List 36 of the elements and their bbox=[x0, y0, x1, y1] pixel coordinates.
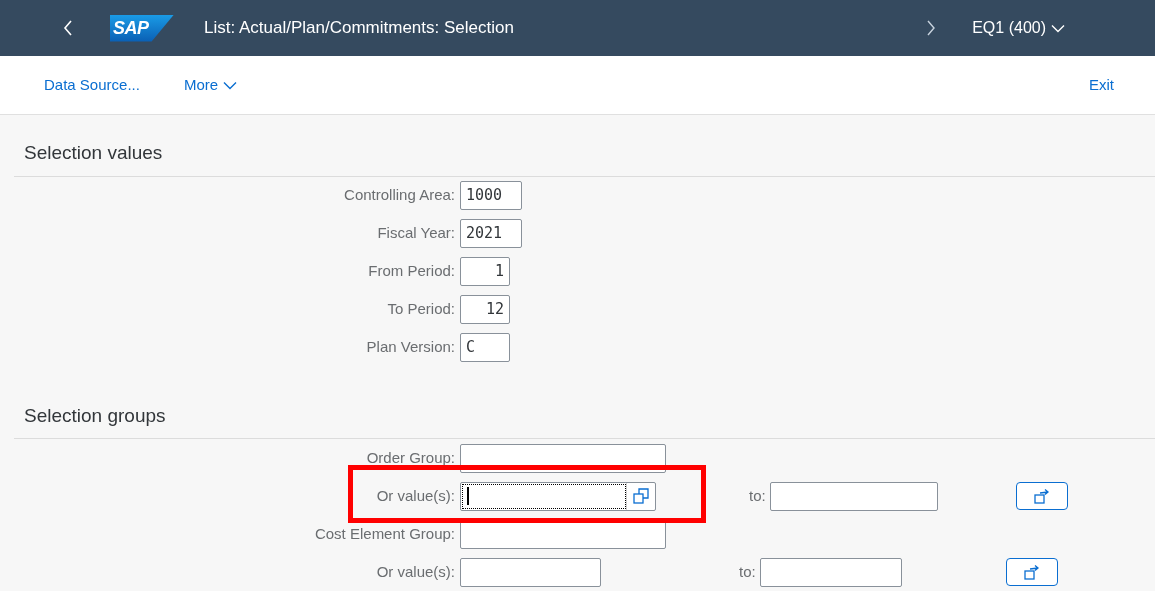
field-label: From Period: bbox=[367, 260, 456, 281]
value-field[interactable]: 2021 bbox=[460, 218, 522, 248]
field-label: Order Group: bbox=[366, 447, 455, 468]
system-menu[interactable]: EQ1 (400) bbox=[972, 16, 1065, 40]
field-label: Plan Version: bbox=[365, 336, 456, 357]
more-menu[interactable]: More bbox=[183, 73, 238, 97]
multiple-selection-button[interactable] bbox=[1005, 558, 1058, 586]
field-label: To Period: bbox=[386, 298, 456, 319]
back-icon bbox=[63, 20, 73, 36]
value-field[interactable]: 1 bbox=[460, 256, 510, 286]
value-field[interactable]: 12 bbox=[460, 294, 510, 324]
input-field[interactable] bbox=[460, 481, 656, 511]
field-label: to: bbox=[739, 561, 757, 582]
text-cursor bbox=[467, 487, 469, 505]
field-label: Cost Element Group: bbox=[314, 523, 455, 544]
value-field[interactable]: C bbox=[460, 332, 510, 362]
input-field[interactable] bbox=[759, 557, 902, 587]
field-label: Controlling Area: bbox=[343, 184, 456, 205]
section-title: Selection groups bbox=[24, 403, 167, 428]
input-field[interactable] bbox=[769, 481, 938, 511]
multiple-selection-button[interactable] bbox=[1015, 482, 1068, 510]
data-source-link[interactable]: Data Source... bbox=[44, 73, 140, 97]
value-field[interactable]: 1000 bbox=[460, 180, 522, 210]
field-label: to: bbox=[749, 485, 767, 506]
input-field[interactable] bbox=[460, 557, 601, 587]
logo: SAP bbox=[110, 14, 174, 42]
field-label: Or value(s): bbox=[376, 485, 455, 506]
caret-icon bbox=[1051, 23, 1065, 33]
multiple-selection-icon bbox=[632, 487, 650, 505]
window-title: List: Actual/Plan/Commitments: Selection bbox=[204, 17, 514, 40]
exit-button[interactable]: Exit bbox=[1089, 73, 1114, 97]
chevron-right-icon[interactable] bbox=[926, 20, 937, 36]
field-label: Or value(s): bbox=[376, 561, 455, 582]
field-label: Fiscal Year: bbox=[376, 222, 456, 243]
caret-icon bbox=[223, 80, 238, 90]
section-title: Selection values bbox=[24, 141, 164, 165]
